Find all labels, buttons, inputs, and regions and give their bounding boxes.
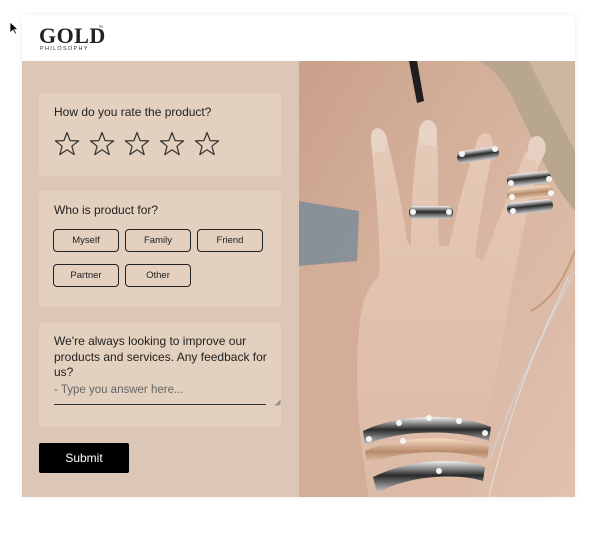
feedback-textarea[interactable] [54,384,266,405]
rating-question: How do you rate the product? [54,105,212,119]
feedback-question: We're always looking to improve our prod… [54,334,267,379]
submit-button[interactable]: Submit [39,443,129,473]
option-family-button[interactable]: Family [125,229,191,252]
option-friend-button[interactable]: Friend [197,229,263,252]
star-icon-4[interactable] [159,131,185,157]
option-other-button[interactable]: Other [125,264,191,287]
logo-wordmark: GOLD [39,23,106,48]
survey-form: How do you rate the product? Who is prod… [22,61,299,497]
product-photo [299,61,575,497]
recipient-question: Who is product for? [54,203,159,217]
star-icon-3[interactable] [124,131,150,157]
header: GOLD ™ PHILOSOPHY [22,15,575,61]
star-icon-1[interactable] [54,131,80,157]
survey-widget: GOLD ™ PHILOSOPHY How do you rate the pr… [22,15,575,497]
feedback-panel: We're always looking to improve our prod… [39,323,281,427]
option-myself-button[interactable]: Myself [53,229,119,252]
logo-subtitle: PHILOSOPHY [40,46,89,52]
jewelry-model-image [299,61,575,497]
resize-handle-icon[interactable] [275,400,281,406]
option-partner-button[interactable]: Partner [53,264,119,287]
star-icon-5[interactable] [194,131,220,157]
rating-panel: How do you rate the product? [39,93,281,176]
recipient-panel: Who is product for? Myself Family Friend… [39,191,281,307]
logo-trademark: ™ [98,25,103,31]
star-icon-2[interactable] [89,131,115,157]
brand-logo: GOLD ™ PHILOSOPHY [39,23,106,54]
mouse-cursor-icon [9,21,19,35]
